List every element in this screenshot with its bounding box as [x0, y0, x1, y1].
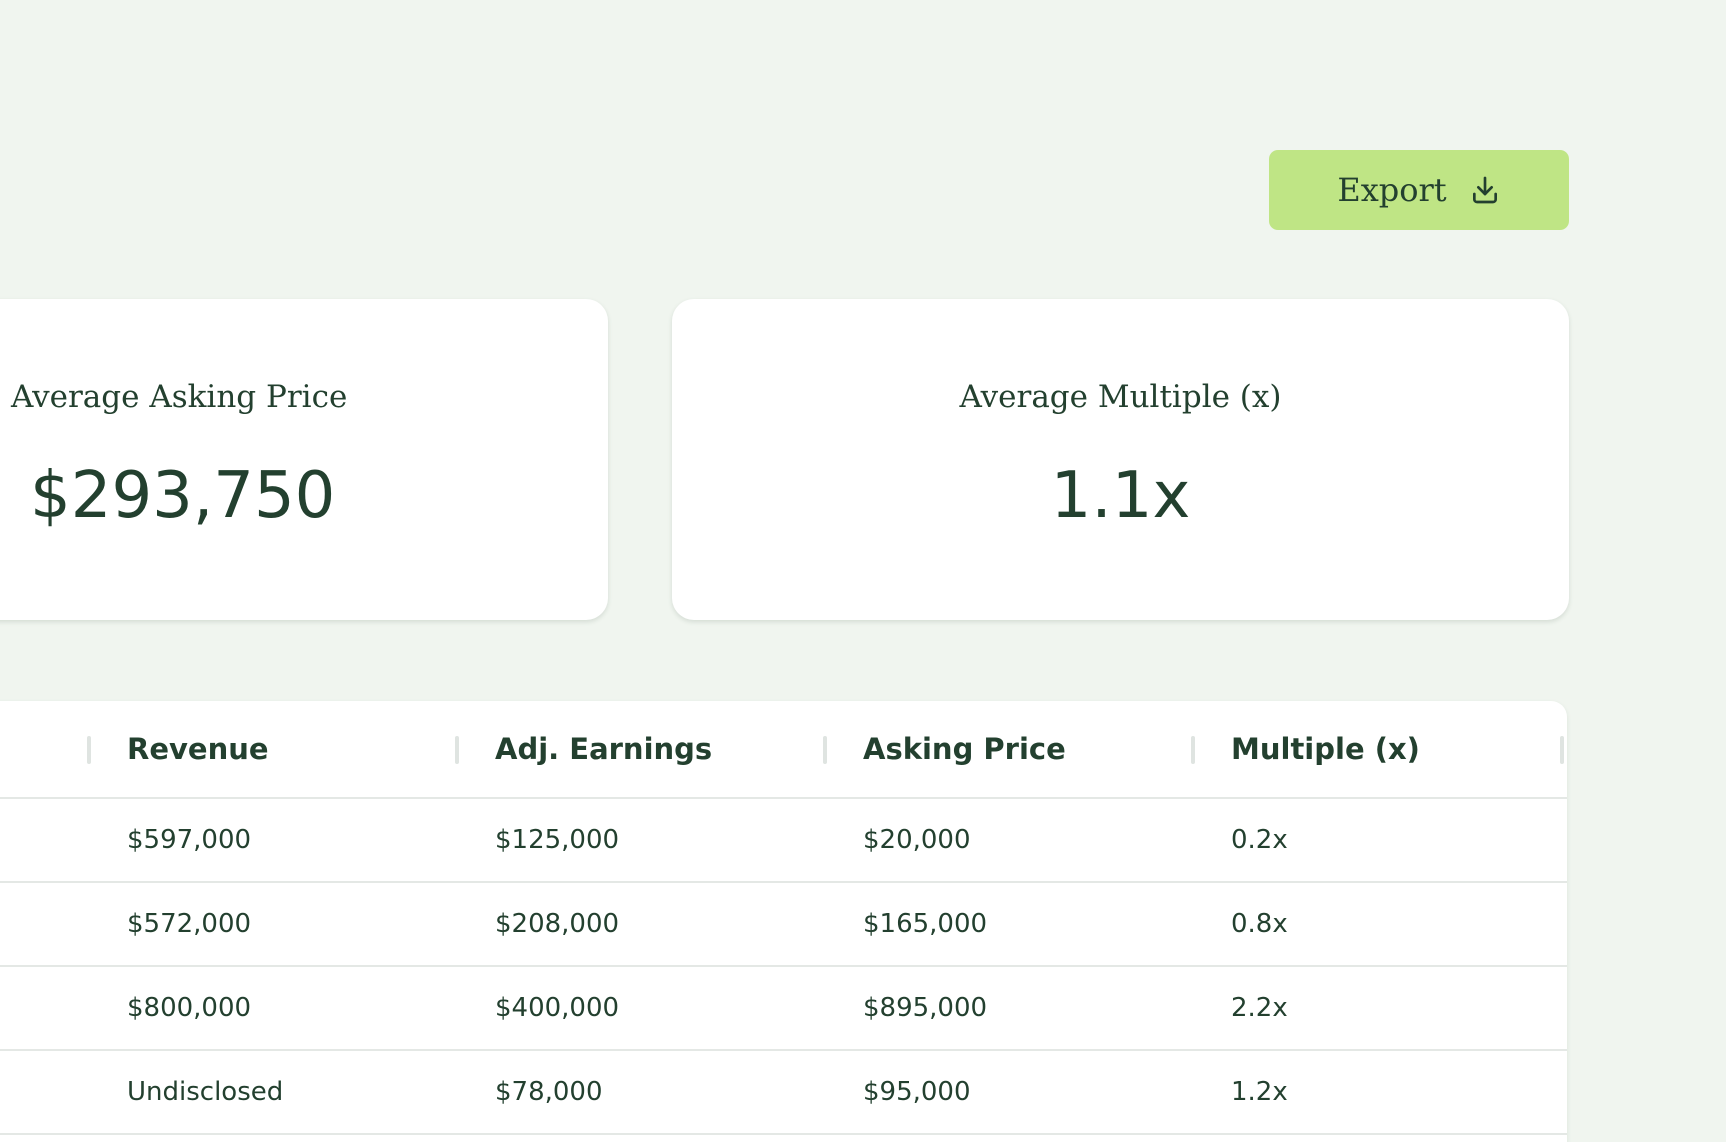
revenue-cell: Undisclosed — [127, 1077, 284, 1107]
stat-value: $293,750 — [30, 459, 336, 533]
revenue-cell: $572,000 — [127, 909, 252, 939]
multiple-cell: 2.2x — [1231, 993, 1288, 1023]
asking-price-cell: $95,000 — [863, 1077, 971, 1107]
asking-price-cell: $895,000 — [863, 993, 988, 1023]
asking-price-cell: $165,000 — [863, 909, 988, 939]
multiple-cell: 0.8x — [1231, 909, 1288, 939]
adj-earnings-cell: $400,000 — [495, 993, 620, 1023]
revenue-cell: $597,000 — [127, 825, 252, 855]
stat-label: Average Multiple (x) — [959, 379, 1282, 415]
page: Export Average Asking Price $293,750 Ave… — [0, 0, 1726, 1142]
average-multiple-card: Average Multiple (x) 1.1x — [672, 299, 1569, 620]
adj-earnings-cell: $125,000 — [495, 825, 620, 855]
table-row[interactable]: $597,000 $125,000 $20,000 0.2x — [0, 799, 1567, 883]
export-button[interactable]: Export — [1269, 150, 1569, 230]
stat-label: Average Asking Price — [11, 379, 348, 415]
column-resize-handle[interactable] — [1560, 736, 1564, 764]
stat-value: 1.1x — [1050, 459, 1191, 533]
column-resize-handle[interactable] — [455, 736, 459, 764]
table-row[interactable]: Undisclosed $78,000 $95,000 1.2x — [0, 1051, 1567, 1135]
revenue-cell: $800,000 — [127, 993, 252, 1023]
column-header-adj-earnings[interactable]: Adj. Earnings — [495, 701, 712, 797]
export-label: Export — [1337, 171, 1447, 209]
adj-earnings-cell: $208,000 — [495, 909, 620, 939]
multiple-cell: 1.2x — [1231, 1077, 1288, 1107]
column-resize-handle[interactable] — [87, 736, 91, 764]
asking-price-cell: $20,000 — [863, 825, 971, 855]
column-header-multiple[interactable]: Multiple (x) — [1231, 701, 1420, 797]
column-resize-handle[interactable] — [1191, 736, 1195, 764]
average-asking-price-card: Average Asking Price $293,750 — [0, 299, 608, 620]
column-header-asking-price[interactable]: Asking Price — [863, 701, 1066, 797]
column-header-revenue[interactable]: Revenue — [127, 701, 269, 797]
table-row[interactable]: $572,000 $208,000 $165,000 0.8x — [0, 883, 1567, 967]
table-header-row: Revenue Adj. Earnings Asking Price Multi… — [0, 701, 1567, 799]
adj-earnings-cell: $78,000 — [495, 1077, 603, 1107]
multiple-cell: 0.2x — [1231, 825, 1288, 855]
listings-table: Revenue Adj. Earnings Asking Price Multi… — [0, 701, 1567, 1142]
table-row[interactable]: $800,000 $400,000 $895,000 2.2x — [0, 967, 1567, 1051]
column-resize-handle[interactable] — [823, 736, 827, 764]
download-icon — [1469, 174, 1501, 206]
